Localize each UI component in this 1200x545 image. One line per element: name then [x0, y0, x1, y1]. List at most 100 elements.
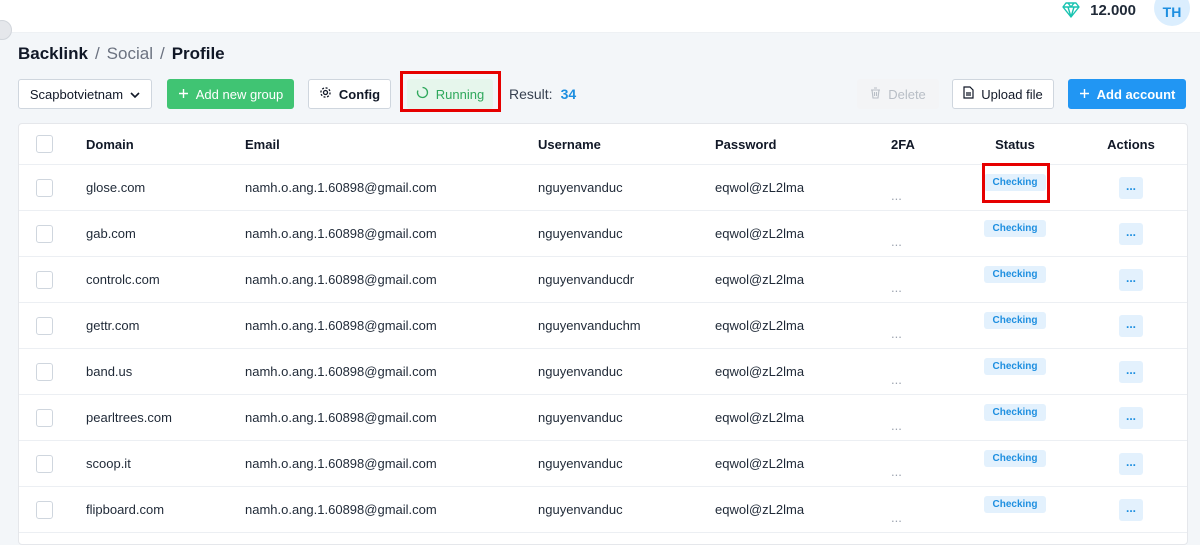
cell-actions: ...	[1106, 257, 1156, 302]
row-checkbox[interactable]	[36, 303, 53, 348]
result-label: Result:	[509, 86, 553, 102]
checkbox-box[interactable]	[36, 178, 53, 197]
cell-username: nguyenvanduc	[538, 456, 623, 471]
breadcrumb-current: Profile	[171, 44, 225, 63]
cell-domain: controlc.com	[86, 272, 160, 287]
cell-domain: gab.com	[86, 226, 136, 241]
column-header-username[interactable]: Username	[538, 124, 601, 164]
checkbox-box[interactable]	[36, 362, 53, 381]
file-icon	[963, 86, 974, 102]
delete-button[interactable]: Delete	[857, 79, 939, 109]
result-value: 34	[560, 86, 577, 102]
credits-value: 12.000	[1090, 1, 1136, 19]
cell-username: nguyenvanduchm	[538, 318, 641, 333]
sidebar-collapse-button[interactable]	[0, 20, 12, 40]
checkbox-box[interactable]	[36, 454, 53, 473]
delete-label: Delete	[888, 86, 926, 102]
cell-email: namh.o.ang.1.60898@gmail.com	[245, 272, 437, 287]
table-row[interactable]: gab.com namh.o.ang.1.60898@gmail.com nguye…	[19, 211, 1187, 257]
cell-domain: gettr.com	[86, 318, 140, 333]
table-row[interactable]: pearltrees.com namh.o.ang.1.60898@gmail.c…	[19, 395, 1187, 441]
cell-email: namh.o.ang.1.60898@gmail.com	[245, 410, 437, 425]
cell-domain: pearltrees.com	[86, 410, 172, 425]
table-row[interactable]: controlc.com namh.o.ang.1.60898@gmail.com…	[19, 257, 1187, 303]
cell-domain: band.us	[86, 364, 133, 379]
cell-actions: ...	[1106, 349, 1156, 394]
trash-icon	[870, 86, 881, 102]
table-row[interactable]: gettr.com namh.o.ang.1.60898@gmail.com ngu…	[19, 303, 1187, 349]
cell-password: eqwol@zL2lma	[715, 272, 805, 287]
column-header-domain[interactable]: Domain	[86, 124, 134, 164]
cell-status: Checking	[974, 441, 1056, 486]
add-account-button[interactable]: Add account	[1068, 79, 1186, 109]
cell-email: namh.o.ang.1.60898@gmail.com	[245, 364, 437, 379]
column-header-password[interactable]: Password	[715, 124, 776, 164]
diamond-icon	[1062, 2, 1080, 18]
row-actions-button[interactable]: ...	[1119, 498, 1143, 521]
cell-password: eqwol@zL2lma	[715, 180, 805, 195]
column-header-2fa[interactable]: 2FA	[891, 124, 931, 164]
cell-actions: ...	[1106, 303, 1156, 348]
cell-password: eqwol@zL2lma	[715, 318, 805, 333]
row-checkbox[interactable]	[36, 211, 53, 256]
config-label: Config	[338, 86, 381, 102]
row-actions-button[interactable]: ...	[1119, 360, 1143, 383]
cell-actions: ...	[1106, 395, 1156, 440]
avatar[interactable]: TH	[1154, 0, 1190, 26]
cell-password: eqwol@zL2lma	[715, 456, 805, 471]
row-checkbox[interactable]	[36, 395, 53, 440]
result-count: Result: 34	[509, 79, 576, 109]
row-checkbox[interactable]	[36, 165, 53, 210]
column-header-status[interactable]: Status	[974, 124, 1056, 164]
checkbox-box[interactable]	[36, 135, 53, 153]
checkbox-box[interactable]	[36, 316, 53, 335]
checkbox-box[interactable]	[36, 270, 53, 289]
row-actions-button[interactable]: ...	[1119, 268, 1143, 291]
cell-status: Checking	[974, 487, 1056, 532]
breadcrumb: Backlink / Social / Profile	[18, 44, 225, 64]
breadcrumb-root[interactable]: Backlink	[18, 44, 88, 64]
cell-actions: ...	[1106, 487, 1156, 532]
column-header-email[interactable]: Email	[245, 124, 280, 164]
row-actions-button[interactable]: ...	[1119, 222, 1143, 245]
highlight-frame	[400, 71, 501, 112]
status-badge: Checking	[984, 312, 1046, 329]
row-actions-button[interactable]: ...	[1119, 314, 1143, 337]
row-checkbox[interactable]	[36, 487, 53, 532]
checkbox-box[interactable]	[36, 408, 53, 427]
top-bar: 12.000 TH	[0, 0, 1200, 40]
upload-file-button[interactable]: Upload file	[952, 79, 1054, 109]
add-group-label: Add new group	[195, 86, 284, 102]
cell-password: eqwol@zL2lma	[715, 410, 805, 425]
toolbar: Scapbotvietnam Add new group Config Runn…	[18, 71, 1186, 112]
checkbox-box[interactable]	[36, 500, 53, 519]
config-button[interactable]: Config	[308, 79, 391, 109]
group-select-value: Scapbotvietnam	[29, 86, 124, 102]
status-badge: Checking	[984, 220, 1046, 237]
group-select[interactable]: Scapbotvietnam	[18, 79, 152, 109]
cell-password: eqwol@zL2lma	[715, 226, 805, 241]
table-row[interactable]: band.us namh.o.ang.1.60898@gmail.com nguye…	[19, 349, 1187, 395]
row-checkbox[interactable]	[36, 257, 53, 302]
chevron-down-icon	[130, 87, 140, 102]
add-group-button[interactable]: Add new group	[167, 79, 294, 109]
cell-username: nguyenvanduc	[538, 502, 623, 517]
table-row[interactable]: flipboard.com namh.o.ang.1.60898@gmail.co…	[19, 487, 1187, 533]
cell-username: nguyenvanduc	[538, 180, 623, 195]
checkbox-box[interactable]	[36, 224, 53, 243]
cell-2fa: ...	[891, 510, 902, 525]
cell-email: namh.o.ang.1.60898@gmail.com	[245, 226, 437, 241]
row-actions-button[interactable]: ...	[1119, 176, 1143, 199]
row-checkbox[interactable]	[36, 441, 53, 486]
table-row[interactable]: scoop.it namh.o.ang.1.60898@gmail.com nguy…	[19, 441, 1187, 487]
select-all-checkbox[interactable]	[36, 124, 53, 164]
row-checkbox[interactable]	[36, 349, 53, 394]
breadcrumb-separator: /	[159, 44, 165, 63]
plus-icon	[1079, 87, 1090, 102]
breadcrumb-social[interactable]: Social	[107, 44, 153, 64]
gear-icon	[319, 86, 332, 102]
row-actions-button[interactable]: ...	[1119, 452, 1143, 475]
cell-domain: flipboard.com	[86, 502, 165, 517]
cell-username: nguyenvanducdr	[538, 272, 635, 287]
row-actions-button[interactable]: ...	[1119, 406, 1143, 429]
